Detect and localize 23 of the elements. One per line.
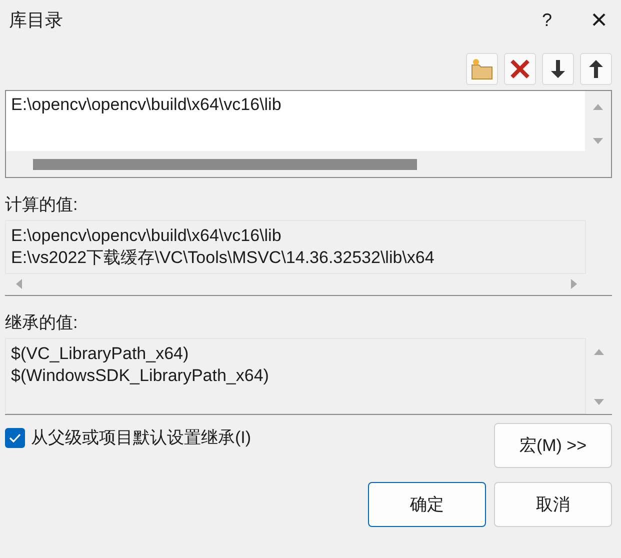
- checkbox[interactable]: [5, 428, 25, 448]
- window-title: 库目录: [9, 9, 64, 32]
- check-icon: [9, 432, 21, 442]
- delete-icon: [509, 58, 531, 80]
- help-button[interactable]: ?: [527, 10, 567, 30]
- directory-list[interactable]: E:\opencv\opencv\build\x64\vc16\lib: [5, 90, 612, 178]
- close-button[interactable]: ×: [577, 4, 621, 36]
- move-down-button[interactable]: [542, 53, 574, 85]
- inherited-values: $(VC_LibraryPath_x64) $(WindowsSDK_LibraryPath_x64): [5, 338, 586, 414]
- cancel-button[interactable]: 取消: [494, 482, 612, 527]
- new-folder-icon: [470, 58, 494, 80]
- up-arrow-icon: [588, 59, 604, 79]
- checkbox-label[interactable]: 从父级或项目默认设置继承(I): [31, 426, 252, 449]
- scrollbar-thumb[interactable]: [33, 158, 417, 170]
- computed-label: 计算的值:: [4, 194, 79, 216]
- macro-button[interactable]: 宏(M) >>: [494, 423, 612, 468]
- inherited-label: 继承的值:: [4, 312, 79, 334]
- computed-values: E:\opencv\opencv\build\x64\vc16\lib E:\vs2022下载缓存\VC\Tools\MSVC\14.36.32532\lib\x64: [5, 220, 586, 274]
- delete-button[interactable]: [504, 53, 536, 85]
- new-folder-button[interactable]: [466, 53, 498, 85]
- down-arrow-icon: [550, 59, 566, 79]
- move-up-button[interactable]: [580, 53, 612, 85]
- ok-button[interactable]: 确定: [368, 482, 486, 527]
